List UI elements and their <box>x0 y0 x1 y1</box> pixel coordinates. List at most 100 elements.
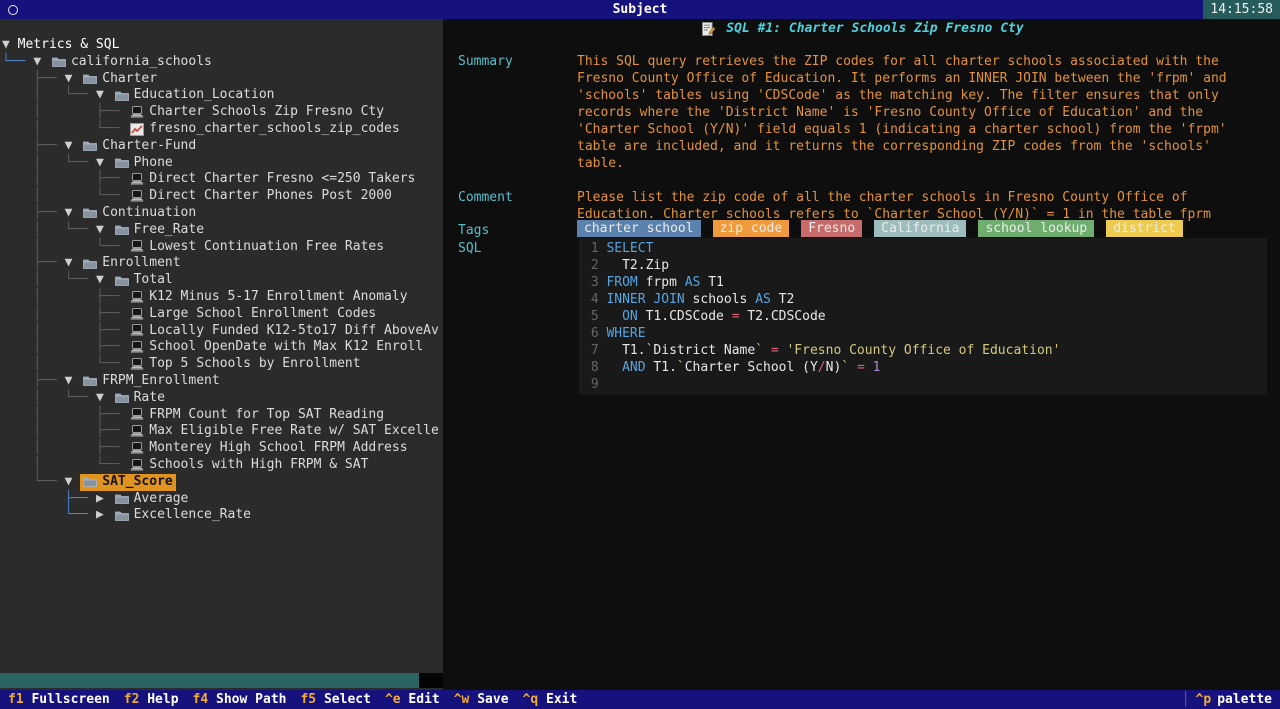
tree-item[interactable]: ├── ▼ Charter-Fund <box>2 138 443 155</box>
tree-item-body[interactable]: Max Eligible Free Rate w/ SAT Excelle <box>127 423 439 440</box>
tag-chip: zip code <box>713 220 790 237</box>
tree-item[interactable]: │ └── Schools with High FRPM & SAT <box>2 457 443 474</box>
statusbar-item-e[interactable]: ^e Edit <box>385 692 440 707</box>
tree-item-body[interactable]: Average <box>112 491 189 508</box>
page-title-text: SQL #1: Charter Schools Zip Fresno Cty <box>726 21 1023 36</box>
sql-label: SQL <box>458 240 481 257</box>
tree-item[interactable]: │ └── ▼ Education_Location <box>2 87 443 104</box>
tree-guides: │ ├── <box>2 171 127 188</box>
tree-item-body[interactable]: Top 5 Schools by Enrollment <box>127 356 360 373</box>
tree-item[interactable]: │ └── ▼ Rate <box>2 390 443 407</box>
tree-item[interactable]: │ ├── FRPM Count for Top SAT Reading <box>2 407 443 424</box>
chevron-down-icon[interactable]: ▼ <box>96 87 112 104</box>
tree-item[interactable]: │ └── fresno_charter_schools_zip_codes <box>2 121 443 138</box>
tags-row: charter schoolzip codeFresnoCaliforniasc… <box>577 220 1183 237</box>
tree-item[interactable]: └── ▶ Excellence_Rate <box>2 507 443 524</box>
chevron-down-icon[interactable]: ▼ <box>96 272 112 289</box>
tree-item[interactable]: │ ├── Direct Charter Fresno <=250 Takers <box>2 171 443 188</box>
tree-item-body[interactable]: Free_Rate <box>112 222 204 239</box>
tree-item[interactable]: │ ├── K12 Minus 5-17 Enrollment Anomaly <box>2 289 443 306</box>
sql-editor[interactable]: 1SELECT2 T2.Zip3FROM frpm AS T14INNER JO… <box>579 238 1267 395</box>
tree-item[interactable]: ├── ▶ Average <box>2 491 443 508</box>
query-icon <box>130 324 144 337</box>
chevron-down-icon[interactable]: ▼ <box>33 54 49 71</box>
tree-item-body[interactable]: Phone <box>112 155 173 172</box>
tree-item[interactable]: │ ├── Monterey High School FRPM Address <box>2 440 443 457</box>
tree-item-body[interactable]: Locally Funded K12-5to17 Diff AboveAv <box>127 323 439 340</box>
tree-item[interactable]: │ └── Direct Charter Phones Post 2000 <box>2 188 443 205</box>
tree-item-label: Lowest Continuation Free Rates <box>149 239 384 256</box>
tree-item[interactable]: │ ├── Max Eligible Free Rate w/ SAT Exce… <box>2 423 443 440</box>
tree-item-body[interactable]: fresno_charter_schools_zip_codes <box>127 121 399 138</box>
chevron-down-icon[interactable]: ▼ <box>65 71 81 88</box>
chevron-down-icon[interactable]: ▼ <box>65 205 81 222</box>
tree-item-body[interactable]: Rate <box>112 390 165 407</box>
tree-item-body[interactable]: Monterey High School FRPM Address <box>127 440 407 457</box>
tree-item[interactable]: │ └── Top 5 Schools by Enrollment <box>2 356 443 373</box>
chevron-down-icon[interactable]: ▼ <box>65 373 81 390</box>
tree-item-body[interactable]: FRPM Count for Top SAT Reading <box>127 407 384 424</box>
chevron-down-icon[interactable]: ▼ <box>65 474 81 491</box>
chevron-down-icon[interactable]: ▼ <box>2 37 18 54</box>
tree-guides: └── <box>2 54 33 71</box>
tree-item[interactable]: ├── ▼ Continuation <box>2 205 443 222</box>
tree-item-selected[interactable]: SAT_Score <box>80 474 175 491</box>
tree-item-body[interactable]: Charter-Fund <box>80 138 196 155</box>
tree-item-body[interactable]: Direct Charter Fresno <=250 Takers <box>127 171 415 188</box>
tree-item[interactable]: └── ▼ california_schools <box>2 54 443 71</box>
tree-item[interactable]: │ └── ▼ Total <box>2 272 443 289</box>
statusbar-item-f2[interactable]: f2 Help <box>124 692 179 707</box>
tree-item-body[interactable]: Charter <box>80 71 157 88</box>
tree-guides: ├── <box>2 255 65 272</box>
tree-item-body[interactable]: california_schools <box>49 54 212 71</box>
tree-item[interactable]: ├── ▼ Enrollment <box>2 255 443 272</box>
chevron-down-icon[interactable]: ▼ <box>65 138 81 155</box>
chevron-down-icon[interactable]: ▼ <box>96 390 112 407</box>
tree-item[interactable]: │ └── Lowest Continuation Free Rates <box>2 239 443 256</box>
tree-guides: │ ├── <box>2 323 127 340</box>
tree-item-body[interactable]: Charter Schools Zip Fresno Cty <box>127 104 384 121</box>
horizontal-scrollbar[interactable] <box>0 673 419 688</box>
folder-icon <box>83 476 97 488</box>
query-icon <box>130 442 144 455</box>
tree-item-body[interactable]: FRPM_Enrollment <box>80 373 219 390</box>
chevron-right-icon[interactable]: ▶ <box>96 491 112 508</box>
tree-item-body[interactable]: School OpenDate with Max K12 Enroll <box>127 339 423 356</box>
tree-item-body[interactable]: Metrics & SQL <box>18 37 120 54</box>
chevron-down-icon[interactable]: ▼ <box>65 255 81 272</box>
tree-item-body[interactable]: Total <box>112 272 173 289</box>
tree-item-body[interactable]: Direct Charter Phones Post 2000 <box>127 188 392 205</box>
summary-line: 'Charter School (Y/N)' field equals 1 (i… <box>577 121 1227 138</box>
statusbar-right[interactable]: │ ^p palette <box>1182 692 1272 707</box>
statusbar-item-q[interactable]: ^q Exit <box>523 692 578 707</box>
tree-item-body[interactable]: Continuation <box>80 205 196 222</box>
tree-item[interactable]: │ └── ▼ Phone <box>2 155 443 172</box>
chevron-down-icon[interactable]: ▼ <box>96 222 112 239</box>
tree-item-body[interactable]: Schools with High FRPM & SAT <box>127 457 368 474</box>
tree-guides: │ └── <box>2 155 96 172</box>
tree-item-body[interactable]: Large School Enrollment Codes <box>127 306 376 323</box>
tree-item-body[interactable]: Lowest Continuation Free Rates <box>127 239 384 256</box>
tree-item[interactable]: ├── ▼ FRPM_Enrollment <box>2 373 443 390</box>
statusbar-item-f5[interactable]: f5 Select <box>300 692 370 707</box>
tree-item[interactable]: │ ├── Large School Enrollment Codes <box>2 306 443 323</box>
statusbar-item-w[interactable]: ^w Save <box>454 692 509 707</box>
tree-guides: │ └── <box>2 457 127 474</box>
statusbar-item-f1[interactable]: f1 Fullscreen <box>8 692 110 707</box>
tree-item-body[interactable]: Education_Location <box>112 87 275 104</box>
tree-item[interactable]: ▼ Metrics & SQL <box>2 37 443 54</box>
chevron-right-icon[interactable]: ▶ <box>96 507 112 524</box>
chevron-down-icon[interactable]: ▼ <box>96 155 112 172</box>
tree-item-body[interactable]: Excellence_Rate <box>112 507 251 524</box>
tree-item-body[interactable]: K12 Minus 5-17 Enrollment Anomaly <box>127 289 407 306</box>
tree-item[interactable]: │ ├── School OpenDate with Max K12 Enrol… <box>2 339 443 356</box>
tree-item[interactable]: ├── ▼ Charter <box>2 71 443 88</box>
tree-item[interactable]: └── ▼ SAT_Score <box>2 474 443 491</box>
line-number: 7 <box>583 342 599 359</box>
statusbar-item-f4[interactable]: f4 Show Path <box>193 692 287 707</box>
key-action-label: Show Path <box>208 692 286 707</box>
tree-item-body[interactable]: Enrollment <box>80 255 180 272</box>
tree-item[interactable]: │ └── ▼ Free_Rate <box>2 222 443 239</box>
tree-item[interactable]: │ ├── Charter Schools Zip Fresno Cty <box>2 104 443 121</box>
tree-item[interactable]: │ ├── Locally Funded K12-5to17 Diff Abov… <box>2 323 443 340</box>
